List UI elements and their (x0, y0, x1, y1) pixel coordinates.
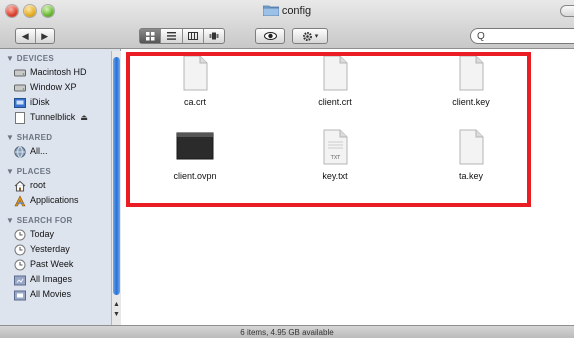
sidebar-item-idisk[interactable]: iDisk (0, 95, 120, 110)
toolbar-toggle-button[interactable] (560, 5, 574, 17)
sidebar-item-yesterday[interactable]: Yesterday (0, 242, 120, 257)
clock-icon (14, 259, 26, 270)
smart-folder-icon (14, 275, 26, 285)
list-view-button[interactable] (161, 29, 183, 43)
back-button[interactable]: ◀ (16, 29, 36, 43)
sidebar-header-search-for[interactable]: ▼ SEARCH FOR (0, 214, 120, 227)
sidebar-header-devices[interactable]: ▼ DEVICES (0, 52, 120, 65)
sidebar-item-window-xp[interactable]: Window XP (0, 80, 120, 95)
sidebar-item-past-week[interactable]: Past Week (0, 257, 120, 272)
column-view-icon (187, 32, 198, 40)
window-title-text: config (281, 5, 312, 17)
sidebar-header-shared[interactable]: ▼ SHARED (0, 131, 120, 144)
sidebar-item-label: Yesterday (30, 244, 70, 254)
view-mode-control (139, 28, 225, 44)
eject-icon[interactable]: ⏏ (80, 110, 88, 125)
icon-view-button[interactable] (140, 29, 162, 43)
sidebar-item-all-shared[interactable]: All... (0, 144, 120, 159)
back-forward-control: ◀ ▶ (15, 28, 55, 44)
finder-window: config ◀ ▶ ▾ Q ▼ DEVICES Macintosh HD Wi… (0, 0, 574, 338)
sidebar-item-root[interactable]: root (0, 178, 120, 193)
sidebar-item-all-images[interactable]: All Images (0, 272, 120, 287)
gear-icon (302, 31, 312, 41)
toolbar: config ◀ ▶ ▾ Q (0, 0, 574, 49)
folder-icon (262, 5, 279, 16)
sidebar-item-label: Tunnelblick (30, 112, 76, 122)
sidebar-scroll-thumb[interactable] (113, 57, 120, 295)
list-view-icon (166, 32, 176, 40)
sidebar-item-label: All... (30, 146, 48, 156)
hard-drive-icon (14, 84, 26, 91)
sidebar-item-label: root (30, 180, 46, 190)
scroll-down-arrow-icon[interactable]: ▼ (112, 310, 121, 319)
sidebar-item-tunnelblick[interactable]: Tunnelblick ⏏ (0, 110, 120, 125)
sidebar-item-label: iDisk (30, 97, 50, 107)
sidebar-item-today[interactable]: Today (0, 227, 120, 242)
column-view-button[interactable] (183, 29, 204, 43)
sidebar-item-label: Macintosh HD (30, 67, 87, 77)
search-icon: Q (477, 30, 485, 42)
idisk-icon (14, 97, 26, 108)
status-bar: 6 items, 4.95 GB available (0, 325, 574, 338)
sidebar-scrollbar[interactable]: ▲ ▼ (111, 51, 121, 325)
forward-button[interactable]: ▶ (36, 29, 55, 43)
chevron-down-icon: ▾ (314, 33, 319, 40)
sidebar-item-label: Applications (30, 195, 79, 205)
sidebar: ▼ DEVICES Macintosh HD Window XP iDisk T… (0, 49, 121, 325)
sidebar-item-label: All Movies (30, 289, 72, 299)
home-icon (14, 180, 26, 192)
sidebar-item-all-movies[interactable]: All Movies (0, 287, 120, 302)
sidebar-item-label: All Images (30, 274, 73, 284)
quick-look-button[interactable] (255, 28, 285, 44)
icon-view-icon (145, 31, 155, 40)
network-icon (14, 145, 26, 158)
smart-folder-icon (14, 290, 26, 300)
clock-icon (14, 229, 26, 240)
sidebar-item-macintosh-hd[interactable]: Macintosh HD (0, 65, 120, 80)
applications-icon (14, 194, 26, 206)
sidebar-item-label: Past Week (30, 259, 74, 269)
sidebar-item-applications[interactable]: Applications (0, 193, 120, 208)
sidebar-header-places[interactable]: ▼ PLACES (0, 165, 120, 178)
coverflow-view-icon (209, 32, 219, 40)
action-menu-button[interactable]: ▾ (292, 28, 328, 44)
window-title: config (0, 4, 574, 17)
scroll-up-arrow-icon[interactable]: ▲ (112, 300, 121, 309)
sidebar-item-label: Window XP (30, 82, 77, 92)
disk-image-icon (15, 111, 25, 124)
eye-icon (263, 32, 277, 40)
hard-drive-icon (14, 69, 26, 76)
highlight-box (126, 52, 531, 207)
search-field[interactable]: Q (470, 28, 574, 44)
sidebar-item-label: Today (30, 229, 55, 239)
clock-icon (14, 244, 26, 255)
coverflow-view-button[interactable] (204, 29, 224, 43)
